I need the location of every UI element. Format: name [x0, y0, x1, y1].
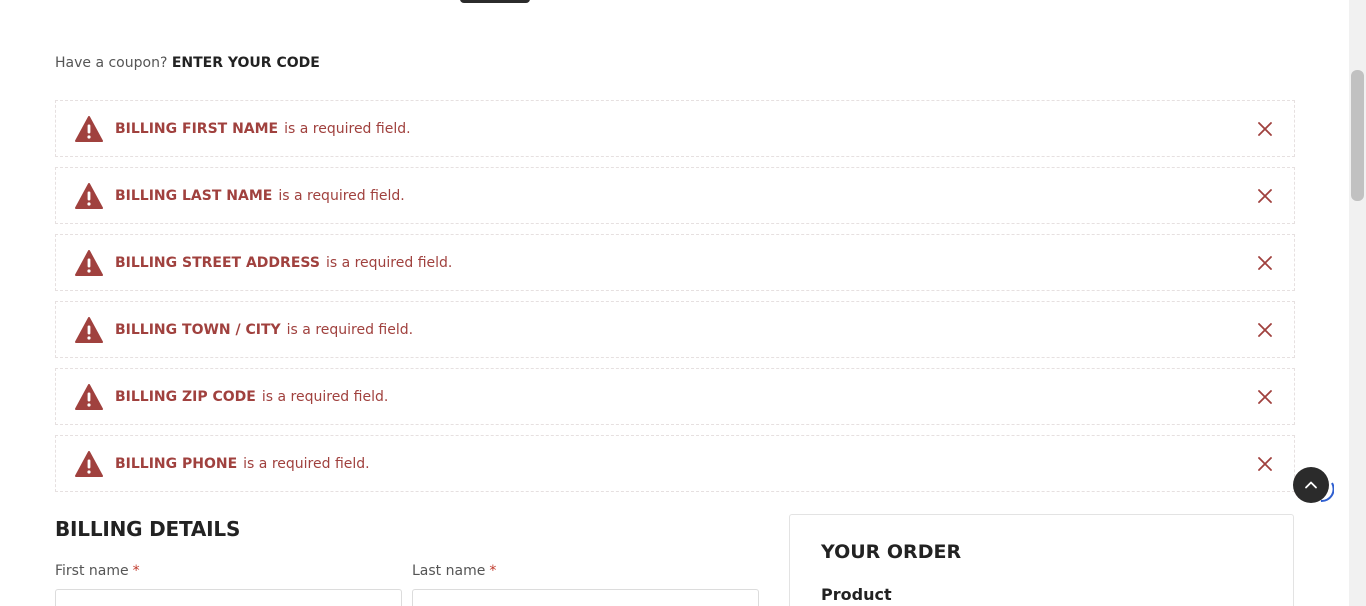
- last-name-label-text: Last name: [412, 563, 486, 579]
- warning-triangle-icon: [75, 316, 103, 343]
- error-message: is a required field.: [286, 321, 414, 338]
- error-message: is a required field.: [325, 254, 453, 271]
- close-icon[interactable]: [1256, 321, 1274, 339]
- close-icon[interactable]: [1256, 455, 1274, 473]
- coupon-notice: Have a coupon? ENTER YOUR CODE: [55, 55, 320, 71]
- chevron-up-icon: [1305, 481, 1317, 489]
- page-heading-cropped: [460, 0, 880, 4]
- close-icon[interactable]: [1256, 388, 1274, 406]
- coupon-prompt: Have a coupon?: [55, 55, 168, 71]
- error-notice: BILLING LAST NAME is a required field.: [55, 167, 1295, 224]
- enter-coupon-link[interactable]: ENTER YOUR CODE: [172, 55, 320, 71]
- order-summary-panel: YOUR ORDER Product: [789, 514, 1294, 606]
- warning-triangle-icon: [75, 450, 103, 477]
- error-field-name: BILLING PHONE: [115, 455, 238, 472]
- error-notice: BILLING TOWN / CITY is a required field.: [55, 301, 1295, 358]
- error-field-name: BILLING TOWN / CITY: [115, 321, 281, 338]
- error-notice: BILLING ZIP CODE is a required field.: [55, 368, 1295, 425]
- required-mark: *: [132, 563, 140, 579]
- error-field-name: BILLING STREET ADDRESS: [115, 254, 320, 271]
- error-notice: BILLING STREET ADDRESS is a required fiel…: [55, 234, 1295, 291]
- scrollbar-thumb[interactable]: [1351, 70, 1364, 201]
- error-message: is a required field.: [278, 187, 405, 204]
- warning-triangle-icon: [75, 182, 103, 209]
- first-name-label: First name *: [55, 563, 140, 579]
- page-scrollbar[interactable]: [1349, 0, 1366, 606]
- warning-triangle-icon: [75, 115, 103, 142]
- your-order-heading: YOUR ORDER: [821, 541, 962, 563]
- error-message: is a required field.: [261, 388, 389, 405]
- error-notice: BILLING PHONE is a required field.: [55, 435, 1295, 492]
- close-icon[interactable]: [1256, 120, 1274, 138]
- error-notice: BILLING FIRST NAME is a required field.: [55, 100, 1295, 157]
- scroll-to-top-button[interactable]: [1293, 467, 1329, 503]
- error-field-name: BILLING LAST NAME: [115, 187, 273, 204]
- first-name-input[interactable]: [55, 589, 402, 606]
- billing-details-heading: BILLING DETAILS: [55, 517, 241, 541]
- warning-triangle-icon: [75, 383, 103, 410]
- last-name-label: Last name *: [412, 563, 496, 579]
- error-message: is a required field.: [243, 455, 370, 472]
- error-notice-list: BILLING FIRST NAME is a required field. B…: [55, 100, 1295, 502]
- last-name-input[interactable]: [412, 589, 759, 606]
- required-mark: *: [489, 563, 497, 579]
- warning-triangle-icon: [75, 249, 103, 276]
- close-icon[interactable]: [1256, 187, 1274, 205]
- error-field-name: BILLING ZIP CODE: [115, 388, 256, 405]
- error-field-name: BILLING FIRST NAME: [115, 120, 279, 137]
- first-name-label-text: First name: [55, 563, 129, 579]
- close-icon[interactable]: [1256, 254, 1274, 272]
- product-column-header: Product: [821, 585, 892, 604]
- error-message: is a required field.: [284, 120, 411, 137]
